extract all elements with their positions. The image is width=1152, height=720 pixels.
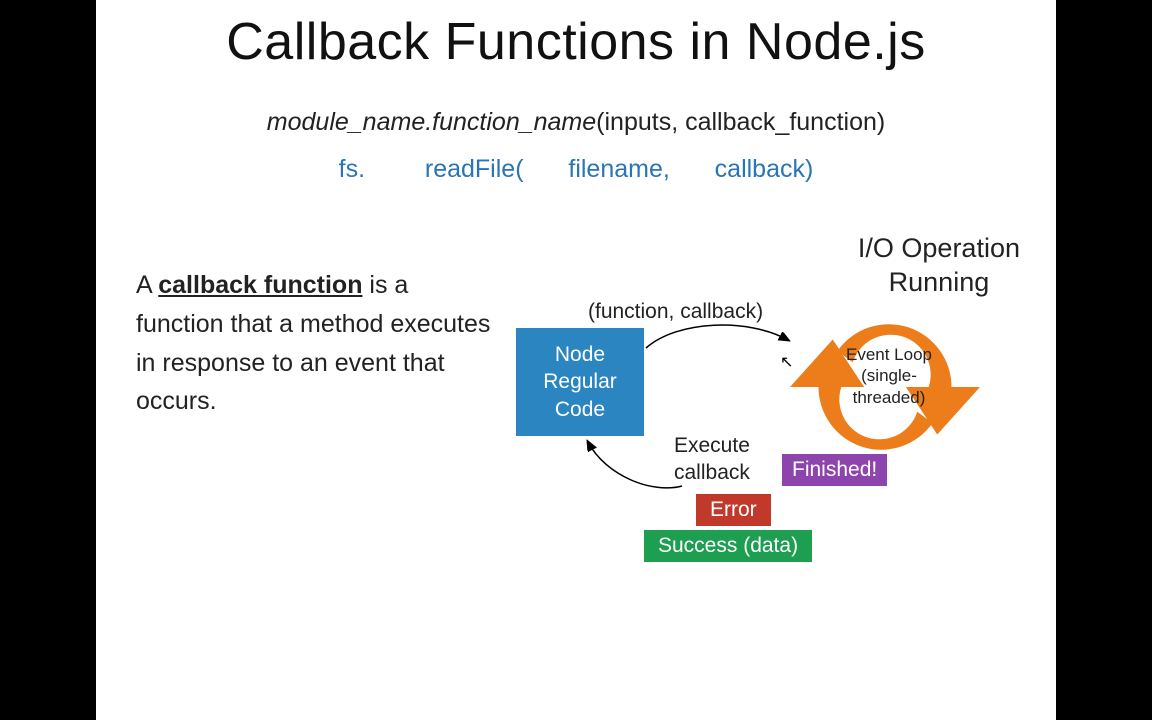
event-loop-label: Event Loop (single- threaded) [834, 344, 944, 408]
syntax-line: module_name.function_name(inputs, callba… [96, 108, 1056, 137]
exec-cb-line2: callback [674, 459, 750, 486]
error-badge: Error [696, 494, 771, 526]
execute-callback-label: Execute callback [674, 432, 750, 487]
node-box-line1: Node [543, 341, 617, 368]
syntax-tail: (inputs, callback_function) [596, 108, 885, 136]
loop-label-line1: Event Loop [834, 344, 944, 365]
diagram: I/O Operation Running (function, callbac… [496, 232, 1024, 612]
node-box-line3: Code [543, 396, 617, 423]
io-operation-title: I/O Operation Running [858, 232, 1020, 300]
io-title-line1: I/O Operation [858, 232, 1020, 266]
definition-prefix: A [136, 271, 158, 299]
success-badge: Success (data) [644, 530, 812, 562]
example-module: fs. [339, 155, 365, 183]
loop-label-line2: (single- [834, 365, 944, 386]
definition-keyword: callback function [158, 271, 362, 299]
loop-label-line3: threaded) [834, 387, 944, 408]
slide: Callback Functions in Node.js module_nam… [96, 0, 1056, 720]
syntax-module: module_name.function_name [267, 108, 596, 136]
cursor-icon: ↖ [780, 352, 793, 372]
node-regular-code-box: Node Regular Code [516, 328, 644, 436]
body: A callback function is a function that a… [96, 232, 1056, 612]
definition-paragraph: A callback function is a function that a… [136, 232, 496, 612]
exec-cb-line1: Execute [674, 432, 750, 459]
slide-title: Callback Functions in Node.js [96, 12, 1056, 72]
example-arg1: filename, [568, 155, 669, 183]
example-func: readFile( [425, 155, 524, 183]
example-arg2: callback) [715, 155, 814, 183]
node-box-line2: Regular [543, 368, 617, 395]
finished-badge: Finished! [782, 454, 887, 486]
example-line: fs. readFile( filename, callback) [96, 155, 1056, 184]
arrow-to-loop-icon [638, 316, 798, 366]
